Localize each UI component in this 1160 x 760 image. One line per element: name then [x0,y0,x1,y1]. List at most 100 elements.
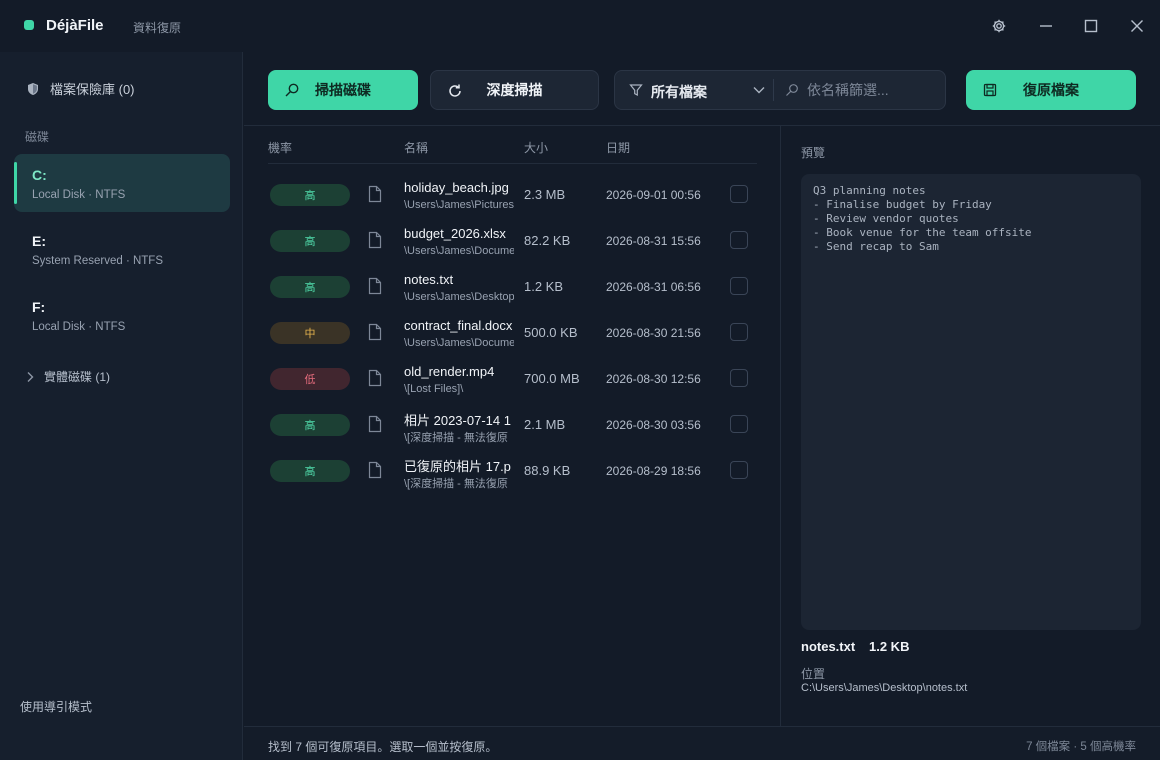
recover-files-button[interactable]: 復原檔案 [966,70,1136,110]
table-row[interactable]: 高 notes.txt \Users\James\Desktop 1.2 KB 2026… [268,270,758,316]
toolbar: 掃描磁碟 深度掃描 所有檔案 復原檔案 [244,52,1160,126]
file-date: 2026-08-31 15:56 [606,234,701,248]
file-size: 82.2 KB [524,233,571,248]
preview-content: Q3 planning notes - Finalise budget by F… [801,174,1141,630]
scan-disk-button[interactable]: 掃描磁碟 [268,70,418,110]
file-size: 2.1 MB [524,417,566,432]
file-size: 1.2 KB [524,279,564,294]
minimize-icon[interactable] [1034,14,1058,38]
preview-title: 預覽 [801,146,826,160]
physical-disks-toggle[interactable]: 實體磁碟 (1) [26,368,110,385]
preview-location: C:\Users\James\Desktop\notes.txt [801,682,968,694]
save-icon [983,83,997,97]
close-icon[interactable] [1125,14,1149,38]
drive-letter: E: [32,233,46,249]
drive-meta: Local Disk · NTFS [32,321,126,333]
refresh-icon [449,84,461,97]
preview-file-size: 1.2 KB [869,639,910,654]
drives-section-label: 磁碟 [25,130,50,144]
select-checkbox[interactable] [730,231,748,249]
drive-item-c[interactable]: C: Local Disk · NTFS [14,154,230,212]
preview-file-name: notes.txt [801,639,856,654]
physical-disks-label: 實體磁碟 (1) [44,370,111,384]
file-list-panel: 機率 名稱 大小 日期 高 holiday_beach.jpg \Users\Jam… [244,126,780,726]
preview-line: - Finalise budget by Friday [813,198,992,211]
drive-meta: System Reserved · NTFS [32,255,163,267]
file-size: 700.0 MB [524,371,580,386]
select-checkbox[interactable] [730,277,748,295]
select-checkbox[interactable] [730,185,748,203]
preview-line: - Book venue for the team offsite [813,226,1032,239]
sidebar: 檔案保險庫 (0) 磁碟 C: Local Disk · NTFS E: Sys… [0,52,243,760]
table-row[interactable]: 高 相片 2023-07-14 1 \[深度掃描 - 無法復原 2.1 MB 2026-… [268,408,758,454]
file-icon [368,277,382,295]
select-checkbox[interactable] [730,369,748,387]
column-header-date[interactable]: 日期 [606,139,630,156]
search-icon [786,84,798,96]
file-path: \[深度掃描 - 無法復原 [404,432,508,444]
filter-bar: 所有檔案 [614,70,946,110]
select-checkbox[interactable] [730,461,748,479]
file-name: budget_2026.xlsx [404,226,506,241]
file-date: 2026-08-30 21:56 [606,326,701,340]
recovery-chance-badge: 中 [270,322,350,344]
chevron-right-icon [27,371,34,382]
column-header-name[interactable]: 名稱 [404,139,428,156]
drive-item-f[interactable]: F: Local Disk · NTFS [14,286,230,344]
status-message: 找到 7 個可復原項目。選取一個並按復原。 [268,740,498,754]
drive-meta: Local Disk · NTFS [32,189,126,201]
preview-line: - Send recap to Sam [813,240,939,253]
column-header-chance[interactable]: 機率 [268,139,292,156]
file-name: old_render.mp4 [404,364,495,379]
file-type-select[interactable]: 所有檔案 [615,71,773,109]
drive-letter: C: [32,167,47,183]
file-icon [368,231,382,249]
file-name: contract_final.docx [404,318,513,333]
file-path: \[Lost Files]\ [404,383,464,395]
file-path: \Users\James\Desktop [404,291,514,303]
file-icon [368,323,382,341]
file-date: 2026-08-30 12:56 [606,372,701,386]
deep-scan-button[interactable]: 深度掃描 [430,70,599,110]
table-row[interactable]: 中 contract_final.docx \Users\James\Documen… [268,316,758,362]
file-path: \Users\James\Documents [404,337,514,349]
file-vault-label: 檔案保險庫 (0) [50,82,135,97]
file-path: \Users\James\Pictures [404,199,514,211]
guided-mode-link[interactable]: 使用導引模式 [20,698,92,715]
filter-icon [629,84,643,97]
file-vault-item[interactable]: 檔案保險庫 (0) [26,79,135,98]
select-checkbox[interactable] [730,415,748,433]
settings-icon[interactable] [987,14,1011,38]
recovery-chance-badge: 高 [270,414,350,436]
chevron-down-icon [753,87,765,94]
file-icon [368,461,382,479]
app-subtitle: 資料復原 [133,21,182,35]
file-date: 2026-08-30 03:56 [606,418,701,432]
app-logo-icon [24,20,34,30]
table-row[interactable]: 高 已復原的相片 17.p \[深度掃描 - 無法復原 88.9 KB 2026-08-… [268,454,758,500]
preview-line: - Review vendor quotes [813,212,959,225]
table-row[interactable]: 高 budget_2026.xlsx \Users\James\Documents 8… [268,224,758,270]
table-row[interactable]: 低 old_render.mp4 \[Lost Files]\ 700.0 MB 202… [268,362,758,408]
preview-line: Q3 planning notes [813,184,926,197]
recovery-chance-badge: 高 [270,276,350,298]
select-checkbox[interactable] [730,323,748,341]
filter-divider [773,79,774,101]
file-name: 已復原的相片 17.p [404,459,511,474]
file-name: 相片 2023-07-14 1 [404,413,511,428]
recovery-chance-badge: 高 [270,230,350,252]
table-row[interactable]: 高 holiday_beach.jpg \Users\James\Pictures 2… [268,178,758,224]
name-filter-input[interactable] [807,80,937,100]
file-path: \[深度掃描 - 無法復原 [404,478,508,490]
status-summary: 7 個檔案 · 5 個高機率 [1026,741,1136,753]
file-type-label: 所有檔案 [651,84,707,100]
title-bar: DéjàFile 資料復原 [0,0,1160,52]
maximize-icon[interactable] [1079,14,1103,38]
status-bar: 找到 7 個可復原項目。選取一個並按復原。 7 個檔案 · 5 個高機率 [244,726,1160,760]
drive-letter: F: [32,299,46,315]
file-size: 500.0 KB [524,325,578,340]
header-divider [268,163,757,164]
column-header-size[interactable]: 大小 [524,139,548,156]
file-icon [368,369,382,387]
drive-item-e[interactable]: E: System Reserved · NTFS [14,220,230,278]
